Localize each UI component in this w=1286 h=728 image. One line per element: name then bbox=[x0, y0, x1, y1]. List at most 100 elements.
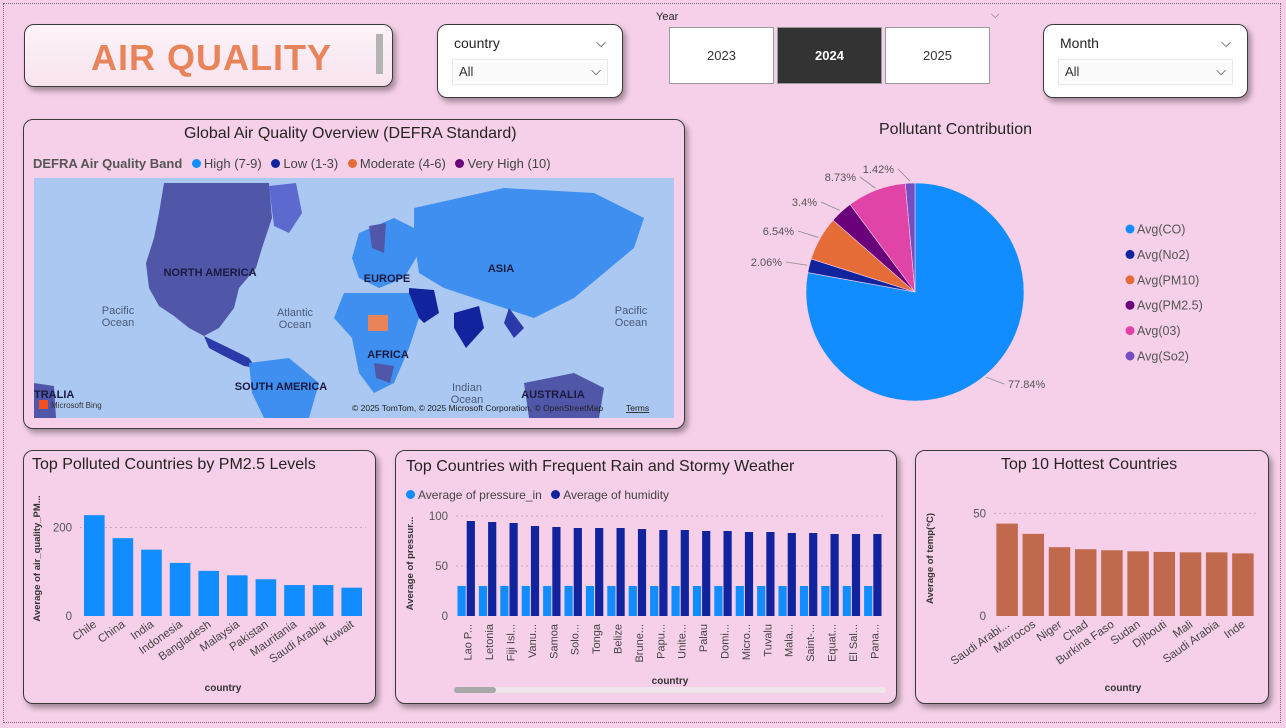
bar[interactable] bbox=[873, 534, 882, 616]
x-tick-label: Kuwait bbox=[321, 618, 357, 648]
pacific-left-line-1: Pacific bbox=[102, 305, 135, 317]
bar[interactable] bbox=[543, 586, 552, 616]
bar[interactable] bbox=[799, 586, 809, 616]
bar[interactable] bbox=[169, 562, 191, 616]
bar[interactable] bbox=[530, 526, 540, 616]
y-axis-title: Average of pressur... bbox=[405, 517, 416, 611]
pm25-chart[interactable]: 0 200 Average of air_quality_PM...country C… bbox=[24, 451, 375, 703]
pie-legend-label[interactable]: Avg(So2) bbox=[1137, 350, 1189, 364]
bar[interactable] bbox=[744, 532, 754, 616]
pie-leader-line bbox=[986, 376, 1005, 385]
rain-chart[interactable]: 0 50 100 Average of pressur... country Lao P.… bbox=[396, 451, 896, 703]
bar[interactable] bbox=[1022, 533, 1045, 616]
bar[interactable] bbox=[488, 522, 497, 616]
bar[interactable] bbox=[1179, 552, 1202, 616]
bar[interactable] bbox=[595, 528, 604, 616]
bar[interactable] bbox=[1048, 547, 1071, 616]
bar[interactable] bbox=[573, 528, 582, 616]
bar[interactable] bbox=[714, 586, 723, 616]
bar[interactable] bbox=[255, 579, 277, 616]
bar[interactable] bbox=[478, 586, 488, 616]
bar[interactable] bbox=[787, 533, 796, 616]
legend-item-low[interactable]: Low (1-3) bbox=[271, 156, 338, 171]
bar[interactable] bbox=[996, 523, 1018, 616]
bar[interactable] bbox=[312, 585, 334, 616]
chevron-down-icon[interactable]: ⌵ bbox=[1216, 63, 1226, 79]
bar[interactable] bbox=[650, 586, 659, 616]
bar[interactable] bbox=[84, 515, 105, 616]
horizontal-scrollbar[interactable] bbox=[454, 687, 886, 693]
bar[interactable] bbox=[809, 533, 818, 616]
bar[interactable] bbox=[457, 586, 466, 616]
bar[interactable] bbox=[112, 538, 134, 616]
bar[interactable] bbox=[1101, 550, 1123, 616]
pie-legend-label[interactable]: Avg(No2) bbox=[1137, 248, 1190, 262]
chevron-down-icon[interactable]: ⌵ bbox=[991, 9, 999, 22]
bar[interactable] bbox=[341, 587, 362, 616]
bar[interactable] bbox=[766, 532, 775, 616]
bar[interactable] bbox=[723, 531, 732, 616]
year-button-2023[interactable]: 2023 bbox=[669, 27, 774, 84]
bar[interactable] bbox=[692, 586, 702, 616]
country-dropdown[interactable]: All ⌵ bbox=[452, 59, 608, 85]
chevron-down-icon[interactable]: ⌵ bbox=[596, 35, 606, 51]
bar[interactable] bbox=[616, 528, 625, 616]
legend-item-moderate[interactable]: Moderate (4-6) bbox=[347, 156, 446, 171]
map-terms-link[interactable]: Terms bbox=[626, 403, 649, 413]
bar[interactable] bbox=[659, 530, 668, 616]
bar[interactable] bbox=[864, 586, 873, 616]
year-button-2025[interactable]: 2025 bbox=[885, 27, 990, 84]
bar[interactable] bbox=[680, 530, 689, 616]
libya-moderate[interactable] bbox=[368, 315, 388, 331]
bar[interactable] bbox=[757, 586, 766, 616]
bar[interactable] bbox=[1127, 551, 1149, 616]
bar[interactable] bbox=[842, 586, 851, 616]
bar[interactable] bbox=[607, 586, 616, 616]
world-map[interactable]: NORTH AMERICA EUROPE ASIA AFRICA SOUTH A… bbox=[34, 178, 674, 418]
pie-leader-line bbox=[797, 230, 819, 238]
bar[interactable] bbox=[628, 586, 637, 616]
bar[interactable] bbox=[671, 586, 680, 616]
x-tick-label: Chile bbox=[71, 619, 99, 644]
bar[interactable] bbox=[1074, 549, 1097, 616]
bar[interactable] bbox=[198, 570, 219, 616]
x-tick-label: Papu... bbox=[655, 624, 667, 659]
title-card: AIR QUALITY bbox=[24, 24, 393, 87]
bar[interactable] bbox=[141, 549, 162, 616]
bar[interactable] bbox=[585, 586, 595, 616]
pie-legend-label[interactable]: Avg(CO) bbox=[1137, 223, 1185, 237]
year-button-2024[interactable]: 2024 bbox=[777, 27, 882, 84]
pie-chart[interactable]: 77.84% Avg(CO) 2.06% Avg(No2) 6.54% Avg(PM10)… bbox=[700, 115, 1280, 435]
bar[interactable] bbox=[1153, 551, 1176, 616]
bar[interactable] bbox=[227, 575, 248, 616]
bar[interactable] bbox=[830, 534, 839, 616]
legend-item-high[interactable]: High (7-9) bbox=[191, 156, 262, 171]
pie-data-label: 3.4% bbox=[792, 197, 817, 209]
pie-legend-label[interactable]: Avg(03) bbox=[1137, 324, 1181, 338]
bar[interactable] bbox=[1232, 553, 1254, 616]
legend-item-very-high[interactable]: Very High (10) bbox=[455, 156, 551, 171]
bar[interactable] bbox=[735, 586, 744, 616]
country-slicer[interactable]: country ⌵ All ⌵ bbox=[437, 24, 623, 98]
month-dropdown[interactable]: All ⌵ bbox=[1058, 59, 1233, 85]
scrollbar-thumb[interactable] bbox=[454, 687, 496, 693]
bar[interactable] bbox=[702, 531, 711, 616]
bar[interactable] bbox=[637, 529, 647, 616]
bar[interactable] bbox=[821, 586, 830, 616]
bar[interactable] bbox=[466, 521, 475, 616]
pie-legend-label[interactable]: Avg(PM2.5) bbox=[1137, 299, 1203, 313]
bar[interactable] bbox=[851, 534, 861, 616]
bar[interactable] bbox=[284, 585, 305, 616]
chevron-down-icon[interactable]: ⌵ bbox=[1221, 35, 1231, 51]
bar[interactable] bbox=[552, 527, 561, 616]
pie-legend-label[interactable]: Avg(PM10) bbox=[1137, 273, 1199, 287]
bar[interactable] bbox=[509, 523, 518, 616]
bar[interactable] bbox=[500, 586, 509, 616]
bar[interactable] bbox=[1205, 552, 1228, 616]
bar[interactable] bbox=[564, 586, 573, 616]
hot-chart[interactable]: 050Average of temp(°C)countrySaudi Arabi… bbox=[916, 451, 1268, 703]
bar[interactable] bbox=[778, 586, 787, 616]
month-slicer[interactable]: Month ⌵ All ⌵ bbox=[1043, 24, 1248, 98]
bar[interactable] bbox=[521, 586, 530, 616]
chevron-down-icon[interactable]: ⌵ bbox=[591, 63, 601, 79]
